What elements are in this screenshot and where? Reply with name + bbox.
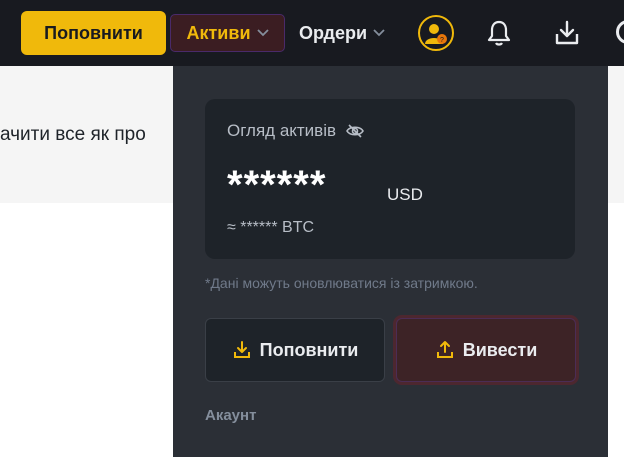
- download-icon: [555, 20, 579, 45]
- account-section-label: Акаунт: [205, 407, 257, 424]
- bell-icon: [487, 20, 511, 46]
- notifications-button[interactable]: [485, 19, 513, 47]
- nav-assets-menu[interactable]: Активи: [170, 14, 285, 52]
- download-app-button[interactable]: [553, 19, 581, 47]
- nav-orders-label: Ордери: [299, 22, 368, 43]
- nav-assets-label: Активи: [186, 22, 251, 43]
- withdraw-button[interactable]: Вивести: [396, 318, 576, 382]
- top-navigation-bar: Поповнити Активи Ордери ?: [0, 0, 624, 66]
- svg-text:?: ?: [440, 37, 444, 44]
- balance-btc-equivalent: ≈ ****** BTC: [227, 219, 315, 236]
- balance-masked: ******: [227, 163, 327, 207]
- deposit-button-label: Поповнити: [259, 339, 359, 360]
- chevron-down-icon: [373, 29, 385, 37]
- deposit-icon: [233, 341, 250, 358]
- user-avatar[interactable]: ?: [418, 15, 454, 51]
- withdraw-icon: [436, 341, 453, 358]
- eye-slash-icon[interactable]: [346, 123, 364, 139]
- withdraw-button-label: Вивести: [462, 339, 538, 360]
- chevron-down-icon: [256, 29, 269, 37]
- data-delay-note: *Дані можуть оновлюватися із затримкою.: [205, 275, 478, 291]
- asset-overview-title: Огляд активів: [227, 121, 364, 141]
- header-deposit-button[interactable]: Поповнити: [21, 11, 166, 55]
- background-text: ачити все як про: [0, 124, 146, 145]
- asset-overview-label: Огляд активів: [227, 121, 337, 140]
- avatar-icon: ?: [425, 24, 447, 44]
- balance-currency: USD: [387, 185, 423, 204]
- globe-icon[interactable]: [616, 20, 624, 44]
- deposit-button[interactable]: Поповнити: [205, 318, 385, 382]
- nav-orders-menu[interactable]: Ордери: [299, 14, 385, 52]
